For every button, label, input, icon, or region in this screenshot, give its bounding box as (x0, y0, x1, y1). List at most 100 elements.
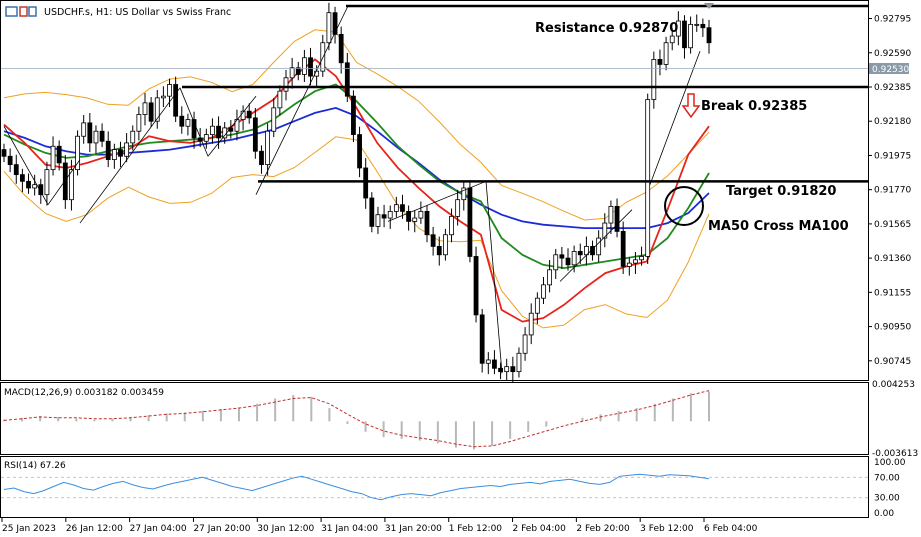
candle-body (626, 262, 632, 267)
price-tick-label: 0.91360 (874, 254, 911, 264)
candle-body (179, 115, 185, 127)
target-label: Target 0.91820 (726, 184, 836, 199)
rsi-tick-label: 70.00 (874, 473, 900, 483)
candle-body (547, 269, 553, 286)
time-tick-label: 31 Jan 04:00 (321, 524, 378, 534)
candle-body (387, 210, 393, 219)
candle-body (259, 150, 264, 166)
candle-body (541, 284, 546, 299)
candle-body (522, 334, 528, 354)
candle-body (332, 12, 338, 35)
time-tick-label: 26 Jan 12:00 (66, 524, 123, 534)
menu-icon[interactable] (5, 6, 18, 17)
candle-body (50, 145, 56, 171)
candle-body (363, 167, 369, 199)
candle-body (111, 149, 117, 161)
candle-body (203, 134, 209, 142)
candle-body (13, 164, 19, 176)
candle-body (130, 130, 136, 144)
candle-body (418, 210, 424, 219)
macd-label: MACD(12,26,9) 0.003182 0.003459 (4, 388, 164, 398)
ma-cross-label: MA50 Cross MA100 (708, 219, 849, 234)
time-tick-label: 3 Feb 12:00 (640, 524, 694, 534)
symbol-title: USDCHF.s, H1: US Dollar vs Swiss Franc (44, 7, 231, 18)
price-tick-label: 0.92795 (874, 15, 911, 25)
candle-body (436, 246, 442, 256)
price-tick-label: 0.92180 (874, 117, 911, 127)
candle-body (393, 204, 399, 212)
candle-body (706, 27, 712, 44)
candle-body (369, 197, 375, 227)
chart-icon-2[interactable] (28, 6, 37, 17)
candle-body (26, 180, 31, 189)
rsi-tick-label: 30.00 (874, 494, 900, 504)
candle-body (565, 257, 571, 266)
candle-body (185, 119, 191, 127)
candle-body (571, 251, 577, 266)
rsi-tick-label: 0.00 (874, 509, 894, 519)
toolbar-icons[interactable] (5, 6, 37, 17)
chart-icon[interactable] (19, 6, 28, 17)
candle-body (81, 122, 87, 137)
candle-body (351, 95, 356, 135)
candle-body (614, 205, 620, 232)
candle-body (265, 130, 271, 166)
time-tick-label: 2 Feb 04:00 (513, 524, 567, 534)
time-tick-label: 27 Jan 20:00 (193, 524, 250, 534)
candle-body (504, 366, 510, 373)
time-tick-label: 30 Jan 12:00 (257, 524, 314, 534)
candle-body (87, 122, 93, 144)
candle-body (633, 259, 638, 264)
candle-body (467, 187, 473, 257)
time-tick-label: 31 Jan 20:00 (385, 524, 442, 534)
candle-body (154, 97, 160, 122)
candle-body (608, 205, 614, 224)
price-tick-label: 0.90950 (874, 323, 911, 333)
candle-body (142, 102, 148, 115)
candle-body (246, 110, 252, 119)
candle-body (7, 155, 13, 166)
candle-body (19, 174, 25, 182)
price-tick-label: 0.91155 (874, 288, 911, 298)
candle-body (577, 251, 583, 256)
candle-body (289, 67, 295, 79)
price-tick-label: 0.91975 (874, 151, 911, 161)
candle-body (271, 107, 277, 132)
chart-svg: 0.92795 0.92590 0.92385 0.92180 0.91975 0.917… (0, 0, 918, 534)
candle-body (381, 214, 387, 219)
candle-body (528, 312, 534, 336)
candle-body (301, 57, 307, 75)
candle-body (44, 169, 50, 196)
candle-body (412, 217, 418, 222)
candle-body (559, 254, 565, 259)
candle-body (682, 20, 687, 49)
price-tick-label: 0.92385 (874, 83, 911, 93)
candle-body (424, 210, 430, 236)
time-tick-label: 6 Feb 04:00 (704, 524, 758, 534)
candle-body (344, 62, 350, 97)
time-tick-label: 27 Jan 04:00 (130, 524, 187, 534)
candle-body (688, 23, 694, 49)
candle-body (485, 359, 491, 364)
candle-body (173, 84, 179, 117)
candle-body (118, 149, 123, 157)
candle-body (663, 42, 669, 65)
candle-body (357, 134, 362, 169)
candle-body (160, 95, 166, 99)
candle-body (375, 214, 381, 227)
time-tick-label: 2 Feb 20:00 (576, 524, 630, 534)
candle-body (645, 99, 651, 257)
rsi-panel-frame (0, 456, 869, 518)
candle-body (442, 234, 448, 256)
candle-body (669, 35, 675, 44)
time-tick-label: 1 Feb 12:00 (449, 524, 503, 534)
candle-body (56, 145, 62, 164)
candle-body (222, 127, 228, 139)
candle-body (252, 117, 258, 152)
candle-body (449, 215, 454, 236)
candle-body (62, 162, 68, 201)
price-tick-label: 0.92590 (874, 49, 911, 59)
break-label: Break 0.92385 (701, 99, 807, 114)
candle-body (124, 142, 130, 157)
candle-body (510, 366, 516, 373)
